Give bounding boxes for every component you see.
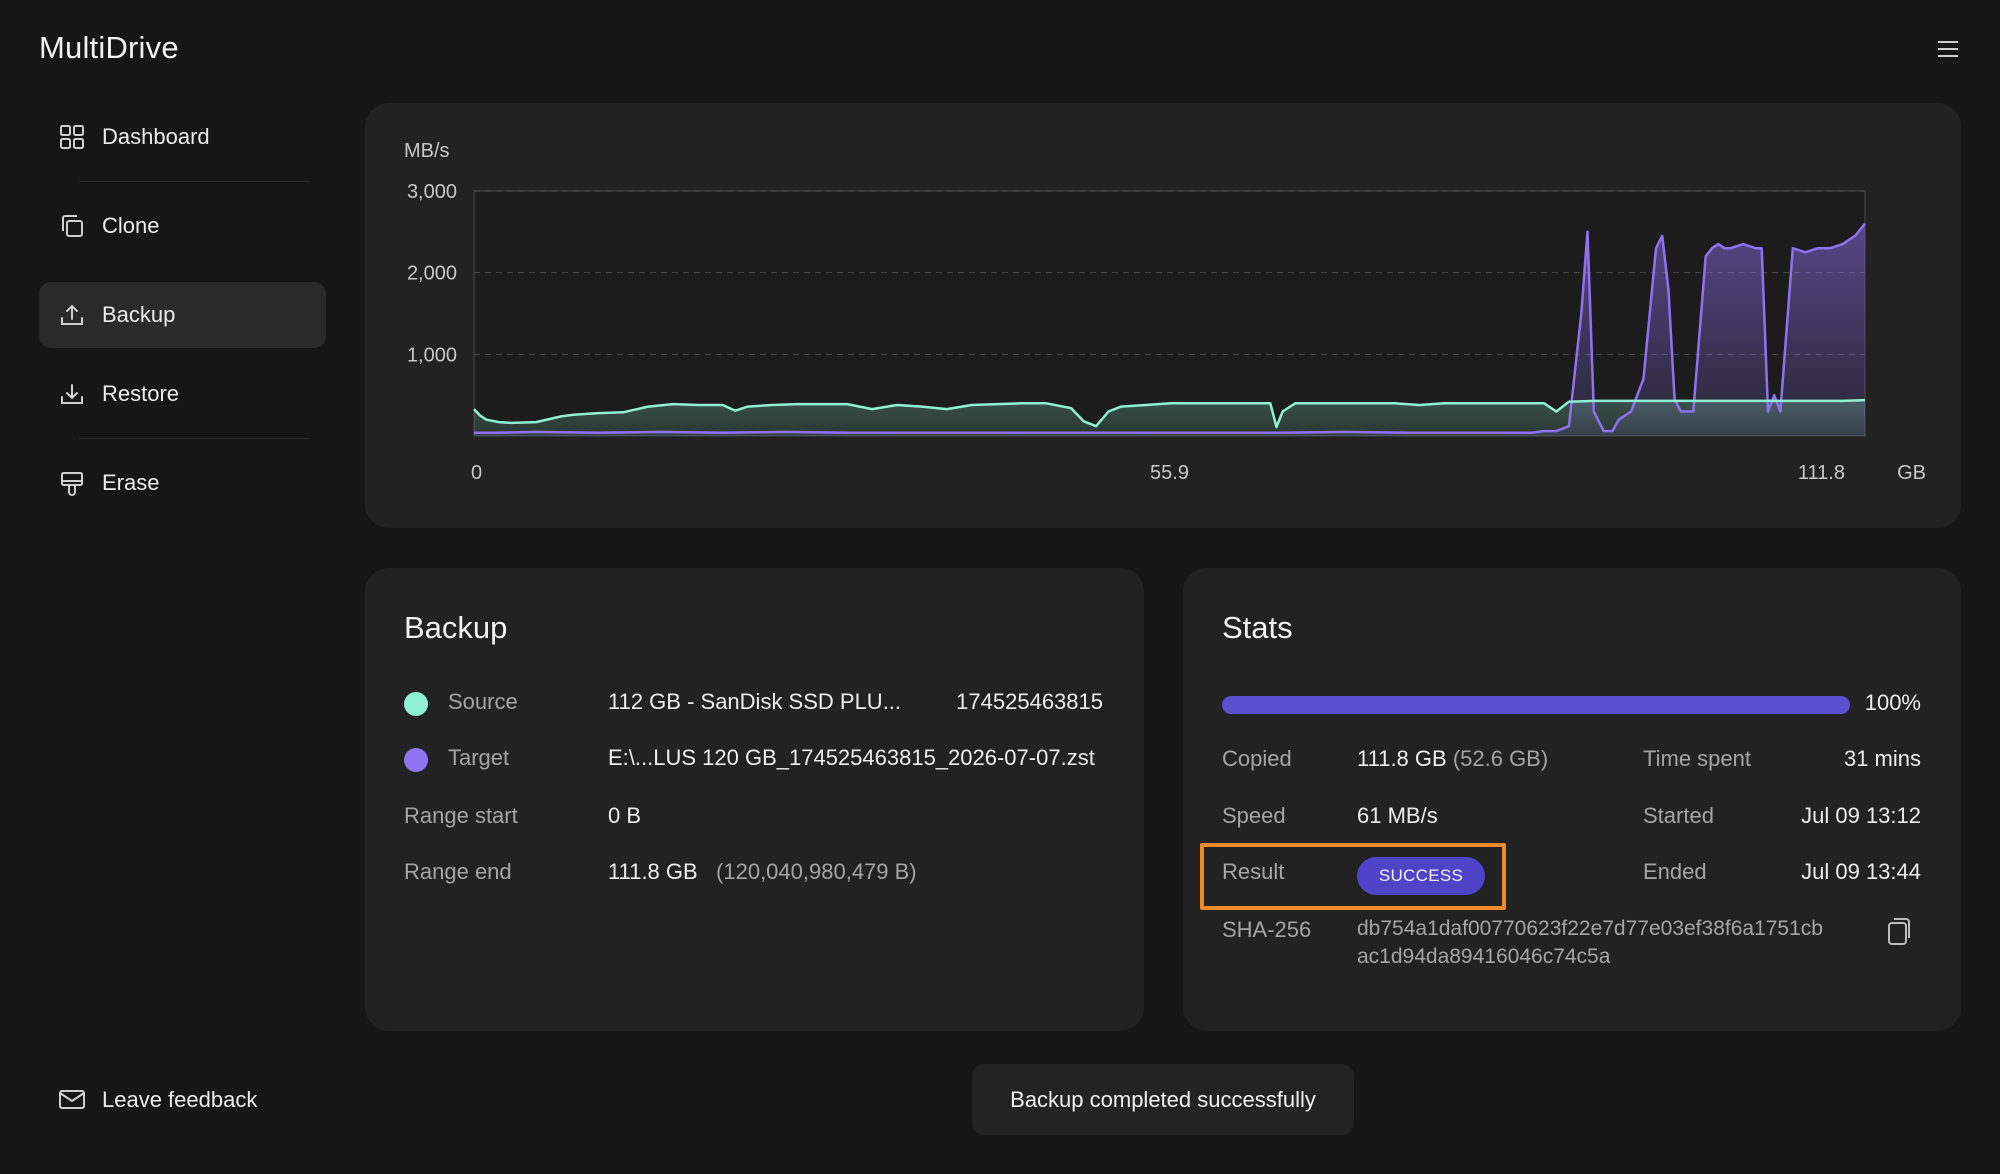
sidebar: Dashboard Clone Backup Restore Erase: [39, 104, 326, 516]
sidebar-divider: [79, 181, 310, 182]
x-axis-label: GB: [1897, 462, 1926, 484]
sha256-line-1: db754a1daf00770623f22e7d77e03ef38f6a1751…: [1357, 917, 1823, 940]
copy-icon[interactable]: [1886, 916, 1914, 946]
stats-card: Stats 100% Copied 111.8 GB (52.6 GB) Spe…: [1183, 568, 1961, 1031]
ended-value: Jul 09 13:44: [1801, 859, 1921, 884]
result-status-badge: SUCCESS: [1357, 857, 1485, 895]
sidebar-item-dashboard[interactable]: Dashboard: [39, 104, 326, 170]
stats-card-title: Stats: [1222, 610, 1293, 645]
sidebar-item-erase[interactable]: Erase: [39, 450, 326, 516]
copied-compressed: (52.6 GB): [1452, 746, 1549, 771]
clone-icon: [56, 210, 88, 242]
ended-label: Ended: [1643, 859, 1707, 884]
sidebar-divider: [79, 438, 310, 439]
feedback-label: Leave feedback: [102, 1087, 258, 1112]
progress-bar: [1222, 696, 1850, 714]
range-end-bytes: (120,040,980,479 B): [716, 859, 917, 884]
toast-notification: Backup completed successfully: [972, 1064, 1354, 1135]
source-dot: [404, 692, 428, 716]
time-spent-value: 31 mins: [1843, 746, 1921, 771]
progress-percent: 100%: [1864, 690, 1921, 715]
target-label: Target: [448, 745, 510, 770]
speed-value: 61 MB/s: [1357, 803, 1438, 828]
sidebar-item-backup[interactable]: Backup: [39, 282, 326, 348]
sidebar-item-clone[interactable]: Clone: [39, 193, 326, 259]
speed-label: Speed: [1222, 803, 1286, 828]
range-start-label: Range start: [404, 803, 518, 828]
upload-icon: [56, 299, 88, 331]
time-spent-label: Time spent: [1643, 746, 1752, 771]
copied-value: 111.8 GB (52.6 GB): [1357, 746, 1548, 772]
target-value: E:\...LUS 120 GB_174525463815_2026-07-07…: [608, 745, 1095, 770]
source-serial: 174525463815: [956, 689, 1103, 714]
range-end-label: Range end: [404, 859, 512, 884]
hamburger-menu-icon[interactable]: [1934, 36, 1962, 64]
sidebar-item-label: Erase: [102, 470, 160, 495]
target-dot: [404, 748, 428, 772]
range-end-size: 111.8 GB: [608, 859, 698, 884]
y-tick-label: 1,000: [407, 344, 457, 366]
speed-chart: 1,000 2,000 3,000 MB/s 0 55.9 111.8 GB: [404, 140, 1926, 484]
x-tick-label: 111.8: [1798, 462, 1845, 484]
x-tick-label: 55.9: [1150, 462, 1189, 484]
backup-card-title: Backup: [404, 610, 508, 645]
source-value: 112 GB - SanDisk SSD PLU...: [608, 689, 902, 714]
sidebar-item-restore[interactable]: Restore: [39, 361, 326, 427]
sidebar-item-label: Restore: [102, 381, 180, 406]
speed-chart-card: 1,000 2,000 3,000 MB/s 0 55.9 111.8 GB: [365, 103, 1961, 528]
y-axis-label: MB/s: [404, 140, 450, 162]
progress-fill: [1222, 696, 1850, 714]
y-tick-label: 3,000: [407, 181, 457, 203]
sha256-label: SHA-256: [1222, 917, 1312, 942]
download-icon: [56, 378, 88, 410]
dashboard-icon: [56, 121, 88, 153]
mail-icon: [56, 1084, 88, 1116]
leave-feedback-link[interactable]: Leave feedback: [56, 1084, 257, 1116]
copied-label: Copied: [1222, 746, 1292, 771]
sidebar-item-label: Clone: [102, 213, 160, 238]
range-end-value: 111.8 GB (120,040,980,479 B): [608, 859, 917, 885]
source-label: Source: [448, 689, 518, 714]
sidebar-item-label: Backup: [102, 302, 176, 327]
backup-card: Backup Source 112 GB - SanDisk SSD PLU..…: [365, 568, 1144, 1031]
x-tick-label: 0: [471, 462, 482, 484]
sidebar-item-label: Dashboard: [102, 124, 210, 149]
erase-icon: [56, 467, 88, 499]
result-label: Result: [1222, 859, 1285, 884]
copied-size: 111.8 GB: [1357, 746, 1447, 771]
started-label: Started: [1643, 803, 1714, 828]
y-tick-label: 2,000: [407, 263, 457, 285]
started-value: Jul 09 13:12: [1801, 803, 1921, 828]
app-title: MultiDrive: [39, 30, 179, 65]
range-start-value: 0 B: [608, 803, 642, 828]
sha256-line-2: ac1d94da89416046c74c5a: [1357, 945, 1611, 968]
